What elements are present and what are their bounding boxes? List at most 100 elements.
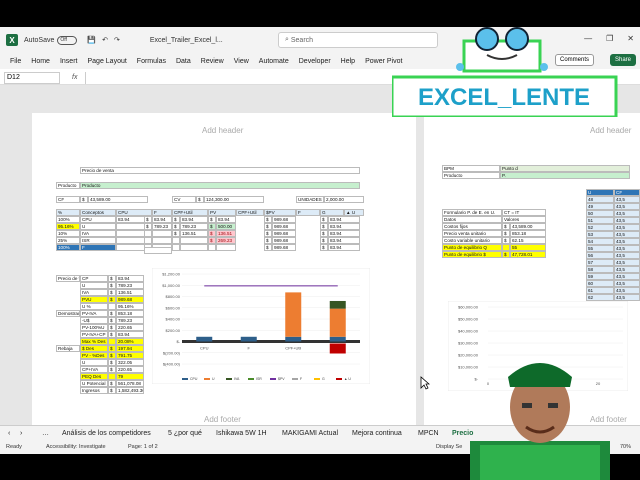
left-concept-cell[interactable]: -U$ [80,317,108,324]
tab-ishikawa[interactable]: Ishikawa 5W 1H [216,430,267,437]
calc-cell[interactable] [144,237,152,244]
calc-cell[interactable]: 269.23 [216,237,236,244]
right-label-cell[interactable]: Precio venta unitario [442,230,502,237]
header-cell[interactable]: ▲ U [344,209,364,216]
unidades-label-cell[interactable]: UNIDADES [296,196,324,203]
u-cell[interactable]: 56 [586,252,614,259]
calc-cell[interactable]: $ [208,237,216,244]
add-header[interactable]: Add header [202,126,243,135]
left-concept-cell[interactable]: CP+IVA [80,366,108,373]
cf-cell[interactable]: 43,5 [614,203,640,210]
calc-cell[interactable]: $ [320,244,328,251]
cf-header[interactable]: CF [614,189,640,196]
cf-currency-cell[interactable]: $ [80,196,88,203]
ct-it-header[interactable]: CT = IT [502,209,546,216]
tab-mpcn[interactable]: MPCN [418,430,439,437]
header-cell[interactable]: CPF+Util [172,209,208,216]
calc-cell[interactable] [180,237,208,244]
autosave-toggle[interactable]: Off [57,35,78,45]
left-value-cell[interactable]: 20.08% [116,338,144,345]
left-currency-cell[interactable]: $ [108,317,116,324]
calc-cell[interactable]: $ [208,223,216,230]
pct-cell[interactable]: 10% [56,230,80,237]
right-label-cell[interactable]: Costo variable unitario [442,237,502,244]
calc-cell[interactable]: 83.94 [328,237,360,244]
u-cell[interactable]: 60 [586,280,614,287]
cf-cell[interactable]: 43,5 [614,266,640,273]
pct-cell[interactable]: 100% [56,216,80,223]
calc-cell[interactable]: 83.94 [216,216,236,223]
concepto-cell[interactable]: F [80,244,116,251]
calc-cell[interactable]: 989.68 [272,237,296,244]
left-section-label[interactable]: Precio de venta [56,275,80,282]
concepto-cell[interactable]: IVA [80,230,116,237]
header-cell[interactable]: F [296,209,320,216]
left-concept-cell[interactable]: PV-IVA+CP [80,331,108,338]
left-concept-cell[interactable]: U [80,282,108,289]
right-currency-cell[interactable]: $ [502,237,510,244]
header-cell[interactable]: F [152,209,172,216]
left-value-cell[interactable]: 95.16% [116,303,144,310]
header-cell[interactable]: PV [208,209,236,216]
add-footer[interactable]: Add footer [204,415,241,424]
undo-icon[interactable]: ↶ [102,36,108,44]
calc-cell[interactable] [172,237,180,244]
tab-next-icon[interactable]: › [20,430,22,437]
left-currency-cell[interactable]: $ [108,345,116,352]
cv-currency-cell[interactable]: $ [196,196,204,203]
menu-page-layout[interactable]: Page Layout [87,58,126,65]
menu-review[interactable]: Review [201,58,224,65]
calc-cell[interactable] [180,244,208,251]
left-value-cell[interactable]: 83.94 [116,275,144,282]
bar-chart[interactable]: $1,200.00 $1,000.00 $800.00 $600.00 $400.00 $… [152,268,370,384]
valores-header[interactable]: Valores [502,216,546,223]
right-value-cell[interactable]: 47,728.01 [510,251,546,258]
left-value-cell[interactable]: 79 [116,373,144,380]
left-concept-cell[interactable]: CP [80,275,108,282]
cf-cell[interactable]: 43,5 [614,231,640,238]
calc-cell[interactable]: 83.94 [328,230,360,237]
calc-cell[interactable]: 989.68 [272,216,296,223]
left-currency-cell[interactable]: $ [108,296,116,303]
concepto-cell[interactable]: ISR [80,237,116,244]
left-concept-cell[interactable]: PV-100%U [80,324,108,331]
left-currency-cell[interactable]: $ [108,324,116,331]
left-concept-cell[interactable]: U % [80,303,108,310]
left-concept-cell[interactable]: PV - %Des [80,352,108,359]
right-currency-cell[interactable]: $ [502,223,510,230]
calc-cell[interactable]: 83.94 [328,216,360,223]
header-cell[interactable]: G [320,209,344,216]
u-cell[interactable]: 55 [586,245,614,252]
calc-cell[interactable] [216,244,236,251]
right-currency-cell[interactable]: $ [502,230,510,237]
zoom-level[interactable]: 70% [620,444,631,450]
u-cell[interactable]: 51 [586,217,614,224]
calc-cell[interactable]: 789.23 [180,223,208,230]
menu-developer[interactable]: Developer [299,58,331,65]
u-cell[interactable]: 52 [586,224,614,231]
file-name[interactable]: Excel_Trailer_Excel_l... [150,37,223,44]
left-concept-cell[interactable]: PVU [80,296,108,303]
left-value-cell[interactable]: 136.51 [116,289,144,296]
u-cell[interactable]: 54 [586,238,614,245]
calc-cell[interactable] [144,230,152,237]
left-concept-cell[interactable]: Ingresos [80,387,108,394]
left-value-cell[interactable]: 197.94 [116,345,144,352]
left-currency-cell[interactable]: $ [108,310,116,317]
calc-cell[interactable] [172,244,180,251]
u-cell[interactable]: 58 [586,266,614,273]
left-currency-cell[interactable]: $ [108,366,116,373]
menu-home[interactable]: Home [31,58,50,65]
left-value-cell[interactable]: 83.94 [116,331,144,338]
calc-cell[interactable]: $ [264,244,272,251]
left-concept-cell[interactable]: U [80,359,108,366]
save-icon[interactable]: 💾 [87,36,96,44]
u-cell[interactable]: 53 [586,231,614,238]
left-currency-cell[interactable] [108,338,116,345]
cf-cell[interactable]: 43,5 [614,252,640,259]
menu-formulas[interactable]: Formulas [137,58,166,65]
right-currency-cell[interactable]: $ [502,251,510,258]
concepto-cell[interactable]: U [80,223,116,230]
cf-cell[interactable]: 43,5 [614,280,640,287]
close-button[interactable]: ✕ [627,34,634,43]
